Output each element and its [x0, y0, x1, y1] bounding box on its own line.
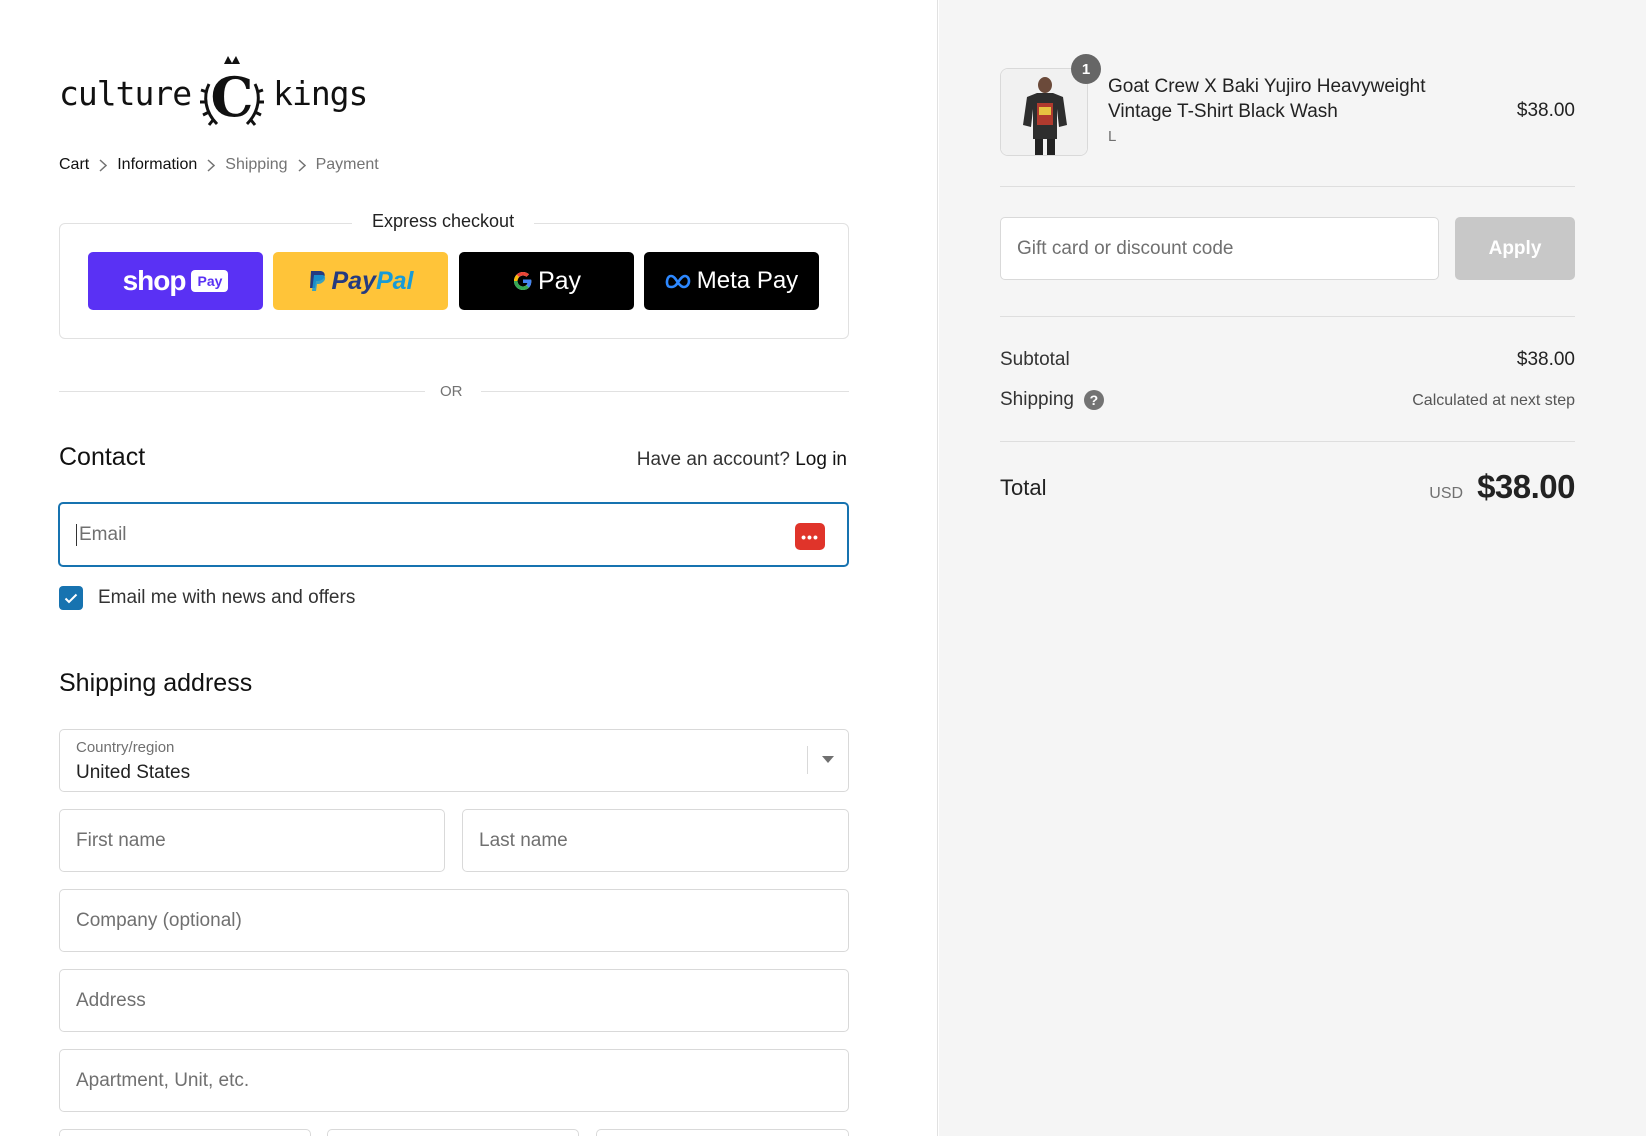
apartment-field[interactable]: Apartment, Unit, etc.: [59, 1049, 849, 1112]
breadcrumb-cart[interactable]: Cart: [59, 156, 89, 174]
total-value: $38.00: [1477, 468, 1575, 505]
email-field[interactable]: Email •••: [58, 502, 849, 567]
checkmark-icon: [64, 593, 78, 603]
product-thumbnail: [1000, 68, 1088, 156]
first-name-placeholder: First name: [76, 829, 166, 851]
discount-code-field[interactable]: Gift card or discount code: [1000, 217, 1439, 280]
last-name-field[interactable]: Last name: [462, 809, 849, 872]
breadcrumb-information: Information: [117, 156, 198, 173]
crown-laurel-icon: C: [200, 56, 265, 129]
address-placeholder: Address: [76, 989, 146, 1011]
breadcrumb: Cart Information Shipping Payment: [59, 156, 379, 174]
shipping-value: Calculated at next step: [1412, 392, 1575, 409]
email-placeholder: Email: [79, 523, 127, 545]
shop-pay-button[interactable]: shop Pay: [88, 252, 263, 310]
country-label: Country/region: [76, 739, 175, 756]
select-divider: [807, 746, 808, 774]
logo-word-right: kings: [273, 73, 368, 113]
divider-line-right: [481, 391, 849, 392]
country-value: United States: [76, 762, 191, 783]
google-pay-text: Pay: [537, 266, 582, 295]
apartment-placeholder: Apartment, Unit, etc.: [76, 1069, 250, 1091]
last-name-placeholder: Last name: [479, 829, 568, 851]
chevron-right-icon: [197, 158, 225, 172]
store-logo[interactable]: culture C kings: [59, 52, 368, 134]
product-variant: L: [1108, 128, 1117, 145]
password-manager-icon[interactable]: •••: [795, 523, 825, 550]
tshirt-model-image: [1001, 69, 1087, 155]
breadcrumb-payment: Payment: [315, 156, 379, 173]
apply-button[interactable]: Apply: [1455, 217, 1575, 280]
paypal-word-pal: Pal: [375, 266, 414, 295]
newsletter-option[interactable]: Email me with news and offers: [59, 586, 355, 610]
meta-pay-text: Meta Pay: [696, 267, 799, 294]
google-pay-button[interactable]: Pay: [459, 252, 634, 310]
divider: [1000, 186, 1575, 187]
divider: [1000, 316, 1575, 317]
breadcrumb-shipping: Shipping: [225, 156, 288, 173]
meta-infinity-icon: [665, 274, 691, 289]
subtotal-value: $38.00: [1516, 349, 1575, 370]
first-name-field[interactable]: First name: [59, 809, 445, 872]
discount-placeholder: Gift card or discount code: [1017, 237, 1234, 259]
checkout-form-column: culture C kings Cart Information Shippin…: [0, 0, 938, 1136]
chevron-right-icon: [288, 158, 316, 172]
logo-word-left: culture: [59, 73, 192, 113]
state-field[interactable]: [327, 1129, 579, 1136]
shop-pay-tag: Pay: [191, 270, 229, 292]
divider: [1000, 441, 1575, 442]
login-link[interactable]: Log in: [795, 449, 847, 470]
chevron-down-icon: [822, 756, 834, 763]
country-select[interactable]: Country/region United States: [59, 729, 849, 792]
account-prompt-text: Have an account?: [636, 449, 790, 470]
order-summary-panel: 1 Goat Crew X Baki Yujiro Heavyweight Vi…: [939, 0, 1646, 1136]
newsletter-checkbox[interactable]: [59, 586, 83, 610]
address-field[interactable]: Address: [59, 969, 849, 1032]
paypal-word-pay: Pay: [331, 266, 376, 295]
total-currency: USD: [1429, 485, 1464, 502]
express-checkout-title: Express checkout: [352, 211, 535, 232]
total-label: Total: [1000, 475, 1047, 500]
shipping-row-label: Shipping?: [1000, 389, 1104, 411]
help-icon[interactable]: ?: [1083, 389, 1104, 410]
shipping-address-heading: Shipping address: [59, 669, 253, 697]
product-name: Goat Crew X Baki Yujiro Heavyweight Vint…: [1108, 76, 1426, 122]
subtotal-label: Subtotal: [1000, 349, 1070, 370]
meta-pay-button[interactable]: Meta Pay: [644, 252, 819, 310]
text-caret: [76, 523, 77, 546]
divider-line-left: [59, 391, 425, 392]
google-g-icon: [513, 272, 532, 290]
zip-field[interactable]: [596, 1129, 849, 1136]
paypal-icon: [310, 271, 326, 291]
total-amount: USD $38.00: [1429, 468, 1575, 506]
shop-pay-word: shop: [122, 265, 187, 296]
chevron-right-icon: [89, 158, 117, 172]
newsletter-label: Email me with news and offers: [98, 587, 356, 608]
account-prompt: Have an account? Log in: [637, 449, 847, 471]
or-divider-text: OR: [440, 383, 463, 400]
shipping-label: Shipping: [1000, 389, 1074, 410]
logo-monogram: C: [211, 65, 254, 129]
quantity-badge: 1: [1071, 54, 1101, 84]
checkout-page: culture C kings Cart Information Shippin…: [0, 0, 1646, 1136]
company-placeholder: Company (optional): [76, 909, 242, 931]
contact-heading: Contact: [59, 443, 146, 471]
paypal-button[interactable]: Pay Pal: [273, 252, 448, 310]
product-price: $38.00: [1516, 100, 1575, 121]
city-field[interactable]: [59, 1129, 311, 1136]
company-field[interactable]: Company (optional): [59, 889, 849, 952]
